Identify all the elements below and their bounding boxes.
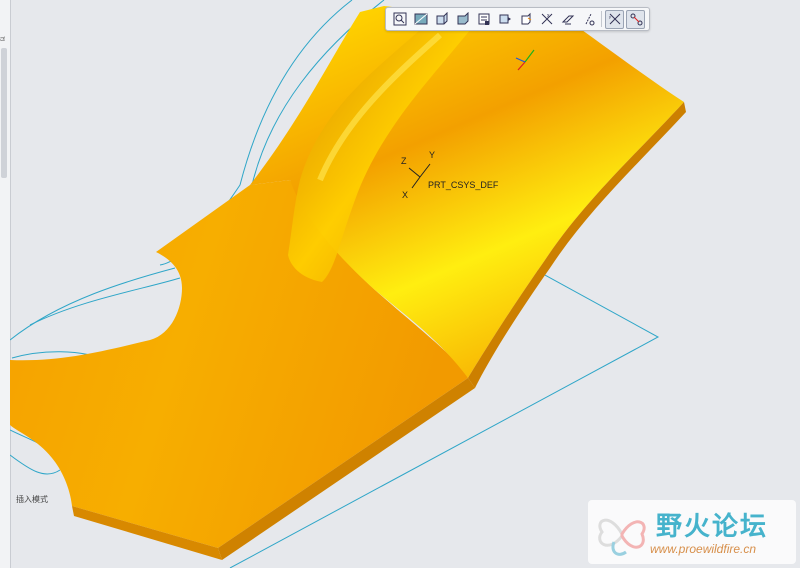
spin-center-icon[interactable]: x bbox=[537, 10, 556, 29]
butterfly-logo-icon bbox=[598, 518, 646, 556]
csys-name-label[interactable]: PRT_CSYS_DEF bbox=[428, 180, 498, 190]
refit-icon[interactable] bbox=[390, 10, 409, 29]
saved-orientations-icon[interactable] bbox=[432, 10, 451, 29]
toolbar-separator bbox=[601, 11, 602, 27]
view-manager-icon[interactable] bbox=[474, 10, 493, 29]
insert-mode-label: 插入模式 bbox=[16, 495, 48, 504]
point-display-icon[interactable] bbox=[626, 9, 645, 29]
annotation-display-icon[interactable] bbox=[516, 10, 535, 29]
proe-window: ಡ Z Y X PRT_CSYS_DEF 插入模式 x y 野火论坛 www.p… bbox=[0, 0, 800, 568]
axis-display-icon[interactable] bbox=[579, 10, 598, 29]
zoom-area-icon[interactable] bbox=[411, 10, 430, 29]
graphics-area[interactable]: Z Y X PRT_CSYS_DEF bbox=[10, 0, 800, 568]
forum-watermark: 野火论坛 www.proewildfire.cn bbox=[588, 500, 796, 564]
model-tree-text: ಡ bbox=[0, 34, 6, 43]
sheet-metal-part[interactable] bbox=[10, 0, 800, 568]
graphics-toolbar: x y bbox=[385, 7, 650, 31]
csys-axis-y-label: Y bbox=[429, 150, 436, 160]
plane-display-icon[interactable]: y bbox=[605, 9, 624, 29]
svg-text:y: y bbox=[609, 14, 611, 19]
csys-axis-x-label: X bbox=[402, 190, 409, 200]
display-style-icon[interactable] bbox=[453, 10, 472, 29]
csys-axis-z-label: Z bbox=[401, 156, 407, 166]
watermark-title: 野火论坛 bbox=[656, 511, 769, 541]
model-tree-scrollbar[interactable] bbox=[1, 48, 7, 178]
datum-display-filters-icon[interactable] bbox=[495, 10, 514, 29]
watermark-url: www.proewildfire.cn bbox=[650, 542, 757, 556]
csys-display-icon[interactable] bbox=[558, 10, 577, 29]
